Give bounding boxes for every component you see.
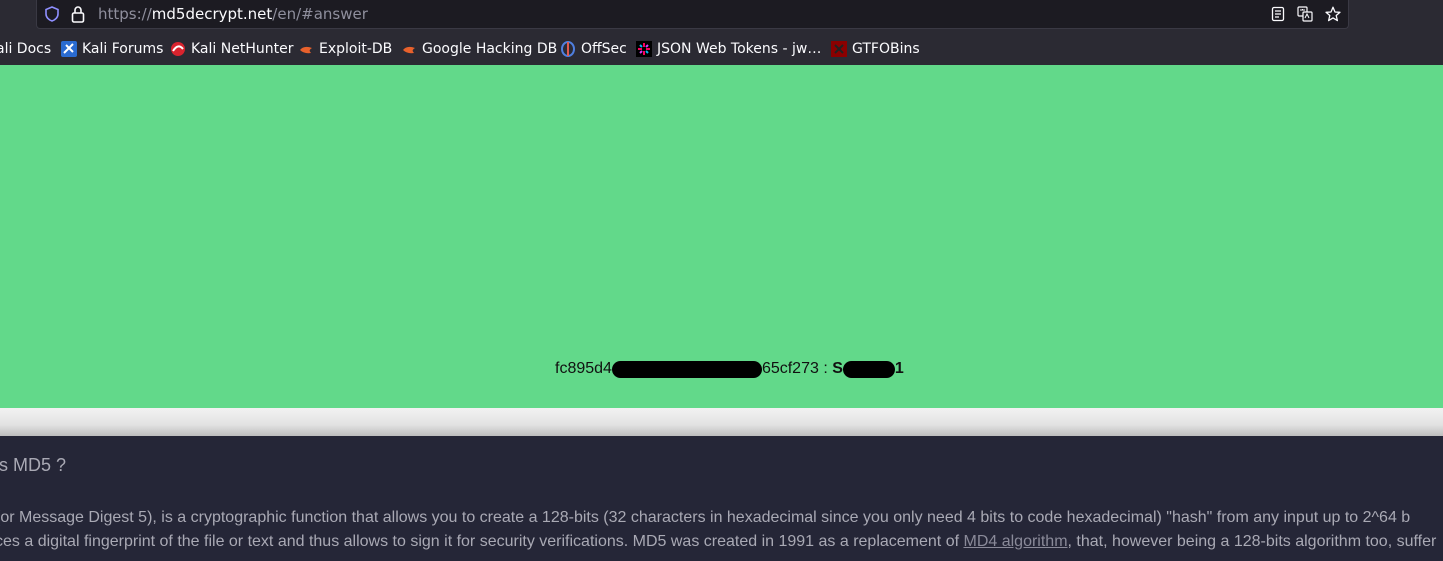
hash-start: fc895d4 bbox=[555, 360, 612, 377]
bookmark-exploit-db[interactable]: Exploit-DB bbox=[298, 37, 392, 61]
result-separator: : bbox=[818, 360, 833, 377]
bookmark-label: Kali Forums bbox=[82, 41, 164, 57]
info-text: ces a digital fingerprint of the file or… bbox=[0, 533, 964, 550]
bookmark-label: ali Docs bbox=[0, 41, 52, 57]
lock-icon[interactable] bbox=[71, 5, 85, 23]
bookmarks-toolbar: ali Docs Kali Forums Kali NetHunter Expl… bbox=[0, 37, 1443, 61]
bookmark-jwt[interactable]: JSON Web Tokens - jw… bbox=[636, 37, 821, 61]
bookmark-star-icon[interactable] bbox=[1325, 6, 1341, 22]
bookmark-kali-docs[interactable]: ali Docs bbox=[0, 37, 51, 61]
bookmark-label: GTFOBins bbox=[852, 41, 920, 57]
url-domain: md5decrypt.net bbox=[151, 5, 273, 23]
url-path: /en/#answer bbox=[272, 5, 368, 23]
bookmark-offsec[interactable]: OffSec bbox=[560, 37, 627, 61]
redaction-mark bbox=[611, 360, 762, 378]
url-text[interactable]: https://md5decrypt.net/en/#answer bbox=[98, 5, 368, 23]
bookmark-label: JSON Web Tokens - jw… bbox=[657, 41, 822, 57]
reader-view-icon[interactable] bbox=[1270, 6, 1286, 22]
bookmark-label: OffSec bbox=[581, 41, 627, 57]
answer-panel: fc895d4 65cf273 : S 1 bbox=[0, 65, 1443, 408]
info-paragraph-line-1: (or Message Digest 5), is a cryptographi… bbox=[0, 509, 1411, 526]
kali-nethunter-icon bbox=[171, 42, 185, 56]
bookmark-google-hacking-db[interactable]: Google Hacking DB bbox=[401, 37, 557, 61]
browser-chrome: https://md5decrypt.net/en/#answer ali Do… bbox=[0, 0, 1443, 65]
info-paragraph-line-2: ces a digital fingerprint of the file or… bbox=[0, 533, 1436, 551]
md4-algorithm-link[interactable]: MD4 algorithm bbox=[963, 533, 1067, 550]
offsec-icon bbox=[561, 41, 575, 57]
hash-end: 65cf273 bbox=[761, 360, 819, 377]
redaction-mark bbox=[842, 360, 895, 378]
bookmark-label: Exploit-DB bbox=[319, 41, 393, 57]
info-text: , that, however being a 128-bits algorit… bbox=[1067, 533, 1437, 550]
bookmark-kali-forums[interactable]: Kali Forums bbox=[61, 37, 163, 61]
google-hacking-db-icon bbox=[403, 46, 415, 54]
plaintext-start: S bbox=[832, 360, 843, 377]
bookmark-kali-nethunter[interactable]: Kali NetHunter bbox=[170, 37, 293, 61]
kali-forums-icon bbox=[61, 41, 77, 57]
section-divider bbox=[0, 408, 1443, 436]
url-prefix: https:// bbox=[98, 5, 152, 23]
bookmark-label: Kali NetHunter bbox=[191, 41, 294, 57]
translate-icon[interactable] bbox=[1297, 6, 1313, 22]
info-heading: is MD5 ? bbox=[0, 455, 67, 475]
url-bar[interactable]: https://md5decrypt.net/en/#answer bbox=[36, 0, 1349, 29]
jwt-icon bbox=[636, 41, 652, 57]
bookmark-gtfobins[interactable]: GTFOBins bbox=[831, 37, 920, 61]
decrypted-result: fc895d4 65cf273 : S 1 bbox=[555, 359, 904, 379]
gtfobins-icon bbox=[831, 41, 847, 57]
tracking-protection-shield-icon[interactable] bbox=[45, 6, 59, 22]
md5-info-section: is MD5 ? (or Message Digest 5), is a cry… bbox=[0, 436, 1443, 561]
plaintext-end: 1 bbox=[894, 360, 904, 377]
exploit-db-icon bbox=[300, 46, 312, 54]
bookmark-label: Google Hacking DB bbox=[422, 41, 558, 57]
